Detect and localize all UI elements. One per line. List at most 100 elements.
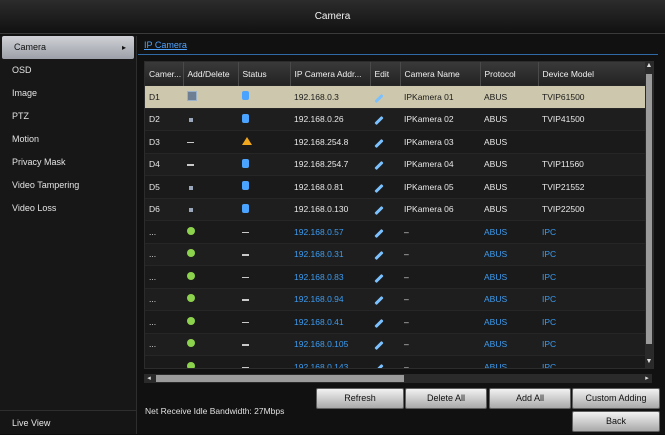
column-header[interactable]: Camera Name [400,62,481,86]
table-cell [370,310,400,333]
delete-all-button[interactable]: Delete All [405,388,487,409]
table-cell [238,175,290,198]
scroll-up-icon[interactable]: ▲ [645,62,653,72]
table-row[interactable]: D1 192.168.0.3 IPKamera 01 ABUS TVIP61500 [145,85,647,108]
edit-icon[interactable] [374,93,384,103]
column-header[interactable]: Status [238,62,291,86]
column-header[interactable]: Device Model [538,62,648,86]
column-header[interactable]: Edit [370,62,401,86]
table-cell: ABUS [480,265,538,288]
column-header[interactable]: IP Camera Addr... [290,62,371,86]
table-row[interactable]: D5 192.168.0.81 IPKamera 05 ABUS TVIP21552 [145,175,647,198]
table-cell [238,107,290,131]
sidebar-item-motion[interactable]: Motion [0,128,136,151]
column-header[interactable]: Add/Delete [183,62,239,86]
table-cell: ABUS [480,332,538,356]
live-view-button[interactable]: Live View [0,410,136,434]
edit-icon[interactable] [374,296,384,306]
edit-icon[interactable] [374,341,384,351]
scroll-left-icon[interactable]: ◂ [144,374,154,383]
table-cell [238,332,290,356]
add-icon[interactable] [187,226,195,235]
sidebar-item-label: Camera [14,42,47,52]
table-cell: ... [145,287,183,311]
table-cell: 192.168.254.8 [290,130,370,153]
table-row[interactable]: ... 192.168.0.143 – ABUS IPC [145,355,647,368]
table-cell: D3 [145,130,183,153]
square-icon[interactable] [189,118,193,123]
sidebar-item-ptz[interactable]: PTZ [0,105,136,128]
dash-icon [242,366,249,368]
edit-icon[interactable] [374,228,384,238]
edit-icon[interactable] [374,116,384,126]
table-row[interactable]: ... 192.168.0.83 – ABUS IPC [145,265,647,288]
add-all-button[interactable]: Add All [489,388,571,409]
dash-icon[interactable] [187,164,194,166]
square-icon[interactable] [189,208,193,213]
sidebar-item-label: Image [12,88,38,98]
table-row[interactable]: D6 192.168.0.130 IPKamera 06 ABUS TVIP22500 [145,197,647,221]
add-icon[interactable] [187,339,195,348]
edit-icon[interactable] [374,206,384,216]
edit-icon[interactable] [374,183,384,193]
sidebar-item-image[interactable]: Image [0,82,136,105]
refresh-button[interactable]: Refresh [316,388,404,409]
table-row[interactable]: ... 192.168.0.41 – ABUS IPC [145,310,647,333]
table-cell [183,265,238,288]
edit-icon[interactable] [374,318,384,328]
table-row[interactable]: ... 192.168.0.31 – ABUS IPC [145,242,647,266]
table-row[interactable]: ... 192.168.0.57 – ABUS IPC [145,220,647,243]
edit-icon[interactable] [374,273,384,283]
edit-icon[interactable] [374,161,384,171]
table-cell [370,107,400,131]
edit-icon[interactable] [374,138,384,148]
column-header[interactable]: Protocol [480,62,539,86]
custom-adding-button[interactable]: Custom Adding [572,388,660,409]
table-row[interactable]: ... 192.168.0.105 – ABUS IPC [145,332,647,356]
scrollbar-thumb[interactable] [156,375,404,382]
column-header[interactable]: Camer... [145,62,184,86]
vertical-scrollbar[interactable]: ▲ ▼ [645,62,653,368]
edit-icon[interactable] [374,363,384,368]
add-icon[interactable] [187,316,195,325]
sidebar-item-video-tampering[interactable]: Video Tampering [0,174,136,197]
stop-icon[interactable] [187,90,197,101]
table-cell: ABUS [480,197,538,221]
window-title: Camera [0,0,665,34]
table-cell [238,152,290,176]
table-cell: IPC [538,287,647,311]
add-icon[interactable] [187,294,195,303]
table-row[interactable]: D3 192.168.254.8 IPKamera 03 ABUS [145,130,647,153]
table-cell [370,130,400,153]
add-icon[interactable] [187,249,195,258]
horizontal-scrollbar[interactable]: ◂ ▸ [144,374,652,383]
table-cell [370,220,400,243]
square-icon[interactable] [189,185,193,190]
dash-icon[interactable] [187,141,194,144]
scroll-right-icon[interactable]: ▸ [642,374,652,383]
add-icon[interactable] [187,271,195,280]
table-row[interactable]: D4 192.168.254.7 IPKamera 04 ABUS TVIP11560 [145,152,647,176]
table-row[interactable]: D2 192.168.0.26 IPKamera 02 ABUS TVIP41500 [145,107,647,131]
warning-icon [242,136,252,145]
table-cell [183,197,238,221]
sidebar-item-camera[interactable]: Camera ▸ [2,36,134,59]
scroll-down-icon[interactable]: ▼ [645,358,653,368]
sidebar-item-video-loss[interactable]: Video Loss [0,197,136,220]
table-cell: 192.168.0.3 [290,85,370,108]
sidebar-item-osd[interactable]: OSD [0,59,136,82]
edit-icon[interactable] [374,251,384,261]
add-icon[interactable] [187,361,195,368]
scrollbar-thumb[interactable] [646,74,652,344]
table-cell: ABUS [480,85,538,108]
dash-icon [242,254,249,256]
table-cell: TVIP21552 [538,175,647,198]
table-cell: – [400,220,480,243]
table-cell [183,355,238,368]
tab-ip-camera[interactable]: IP Camera [140,38,191,52]
table-cell: IPKamera 01 [400,85,480,108]
table-cell: – [400,332,480,356]
sidebar-item-privacy-mask[interactable]: Privacy Mask [0,151,136,174]
table-row[interactable]: ... 192.168.0.94 – ABUS IPC [145,287,647,311]
back-button[interactable]: Back [572,411,660,432]
